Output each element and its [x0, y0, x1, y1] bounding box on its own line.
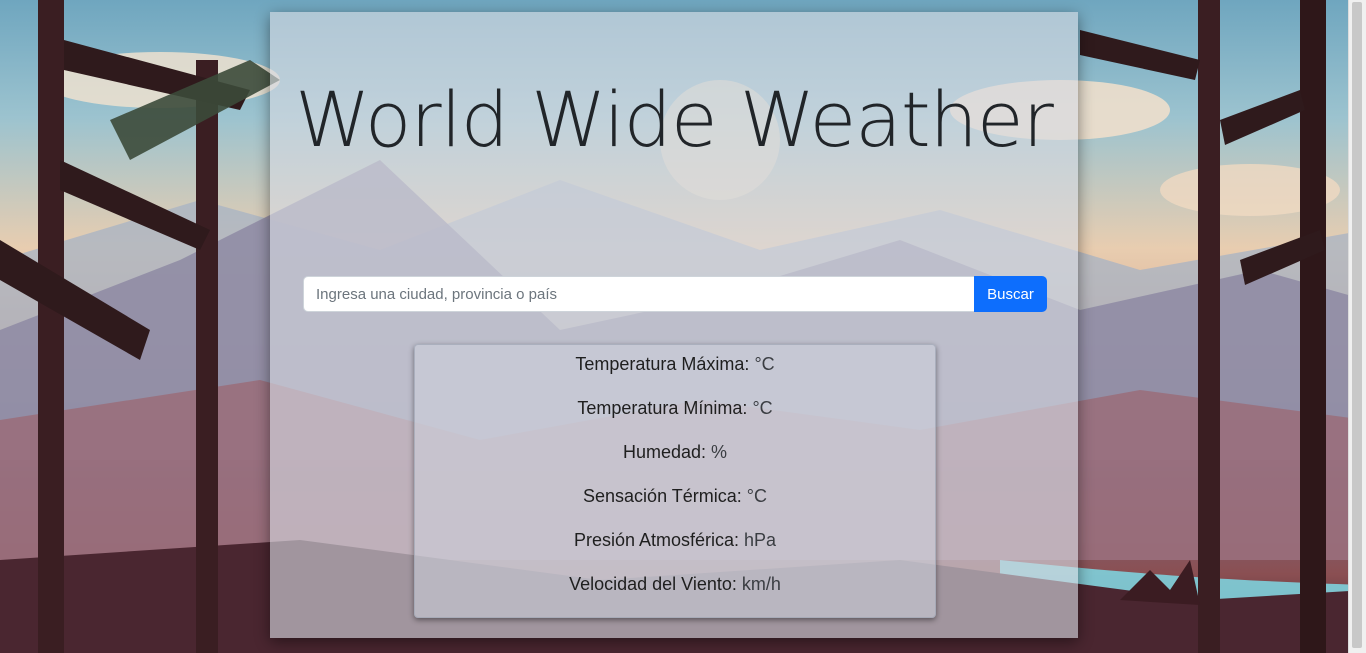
- result-label: Sensación Térmica:: [583, 486, 742, 506]
- result-unit: °C: [752, 398, 773, 418]
- result-unit: °C: [754, 354, 775, 374]
- main-panel: World Wide Weather Buscar Temperatura Má…: [270, 12, 1078, 638]
- result-wind-speed: Velocidad del Viento: km/h: [415, 572, 935, 596]
- result-unit: hPa: [744, 530, 777, 550]
- search-bar: Buscar: [303, 276, 1047, 312]
- result-unit: %: [711, 442, 728, 462]
- result-pressure: Presión Atmosférica: hPa: [415, 528, 935, 552]
- page-scrollbar[interactable]: [1348, 0, 1366, 653]
- app-title: World Wide Weather: [270, 72, 1078, 168]
- result-min-temp: Temperatura Mínima: °C: [415, 396, 935, 420]
- app-title-text: World Wide Weather: [295, 75, 1054, 164]
- result-label: Humedad:: [622, 442, 707, 462]
- scrollbar-thumb[interactable]: [1352, 2, 1362, 648]
- result-max-temp: Temperatura Máxima: °C: [415, 352, 935, 376]
- result-unit: km/h: [741, 574, 781, 594]
- result-label: Temperatura Máxima:: [575, 354, 750, 374]
- result-label: Velocidad del Viento:: [569, 574, 737, 594]
- result-humidity: Humedad: %: [415, 440, 935, 464]
- search-input[interactable]: [303, 276, 974, 312]
- page: World Wide Weather Buscar Temperatura Má…: [0, 0, 1366, 653]
- result-label: Temperatura Mínima:: [577, 398, 748, 418]
- result-label: Presión Atmosférica:: [573, 530, 740, 550]
- search-button[interactable]: Buscar: [974, 276, 1047, 312]
- result-unit: °C: [746, 486, 767, 506]
- weather-results-card: Temperatura Máxima: °C Temperatura Mínim…: [414, 344, 936, 618]
- result-feels-like: Sensación Térmica: °C: [415, 484, 935, 508]
